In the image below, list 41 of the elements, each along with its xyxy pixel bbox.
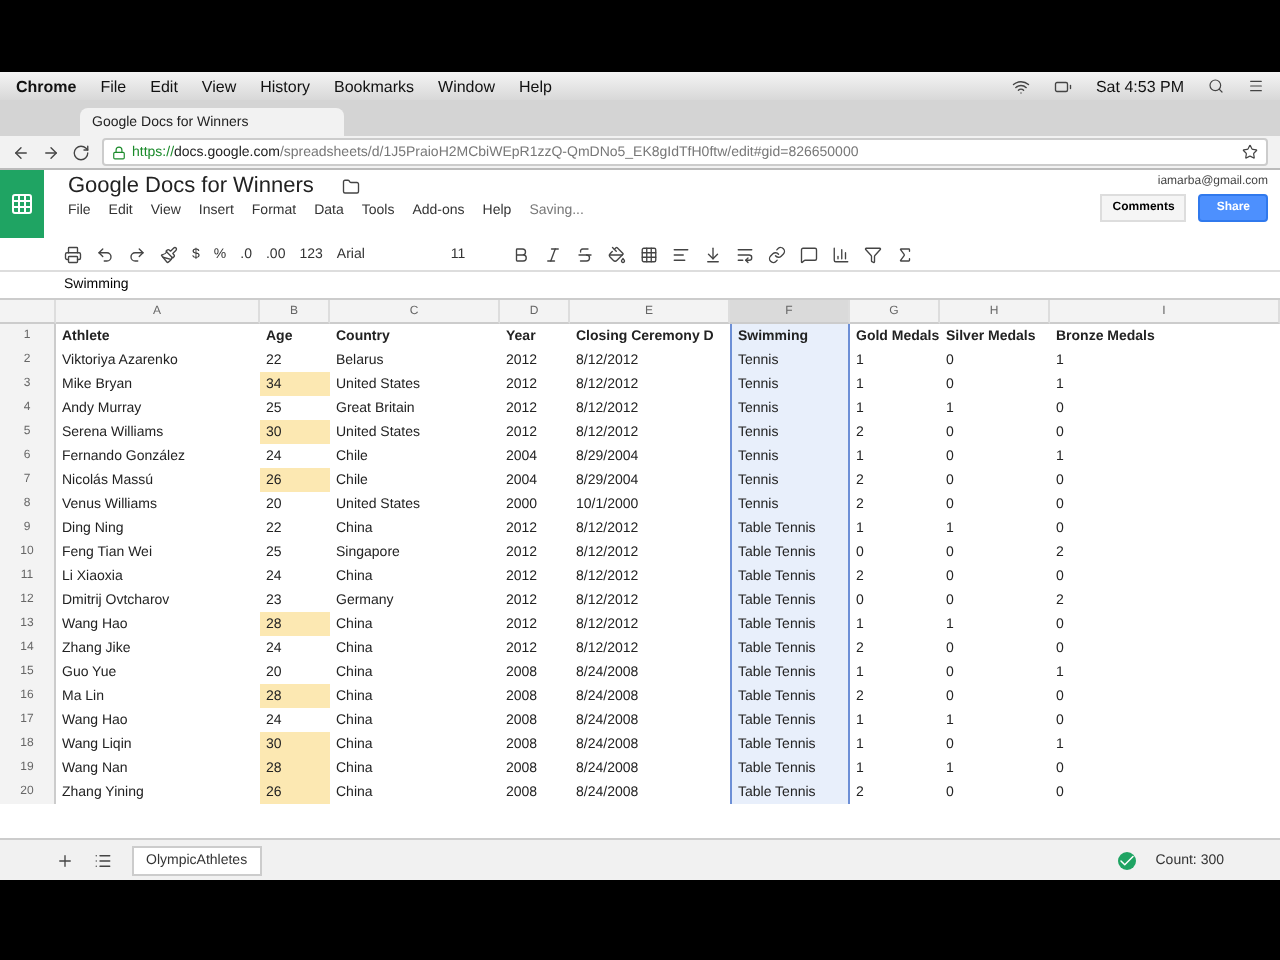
vertical-align-icon[interactable] [704,245,723,263]
italic-icon[interactable] [544,245,563,263]
back-icon[interactable] [12,143,30,161]
menu-item[interactable]: View [201,77,237,95]
filter-icon[interactable] [864,245,883,263]
add-sheet-icon[interactable] [56,851,74,869]
paint-format-icon[interactable] [160,245,178,263]
document-title[interactable]: Google Docs for Winners [68,174,314,198]
functions-icon[interactable] [896,245,915,263]
forward-icon[interactable] [42,143,60,161]
lock-icon [112,145,126,159]
comment-icon[interactable] [800,245,819,263]
wifi-icon[interactable] [1011,77,1030,95]
menu-item[interactable]: Help [518,77,552,95]
sheets-logo[interactable] [0,170,44,238]
reload-icon[interactable] [72,143,90,161]
star-icon[interactable] [1242,144,1258,160]
align-icon[interactable] [672,245,691,263]
clock: Sat 4:53 PM [1095,77,1184,95]
redo-icon[interactable] [128,245,146,263]
folder-icon[interactable] [341,177,360,195]
undo-icon[interactable] [96,245,114,263]
menu-item[interactable]: File [100,77,127,95]
menu-item[interactable]: Edit [150,77,178,95]
battery-icon[interactable] [1053,77,1072,95]
fill-color-icon[interactable] [608,245,627,263]
link-icon[interactable] [768,245,787,263]
chart-icon[interactable] [832,245,851,263]
search-icon[interactable] [1208,78,1224,94]
sheet-list-icon[interactable] [94,851,112,869]
menu-item[interactable]: Window [438,77,495,95]
menu-icon[interactable] [1248,78,1264,94]
bold-icon[interactable] [512,245,531,263]
strikethrough-icon[interactable] [576,245,595,263]
check-icon [1117,851,1136,869]
wrap-icon[interactable] [736,245,755,263]
borders-icon[interactable] [640,245,659,263]
print-icon[interactable] [64,245,82,263]
app-name[interactable]: Chrome [16,77,77,95]
menu-item[interactable]: History [260,77,311,95]
menu-item[interactable]: Bookmarks [334,77,415,95]
